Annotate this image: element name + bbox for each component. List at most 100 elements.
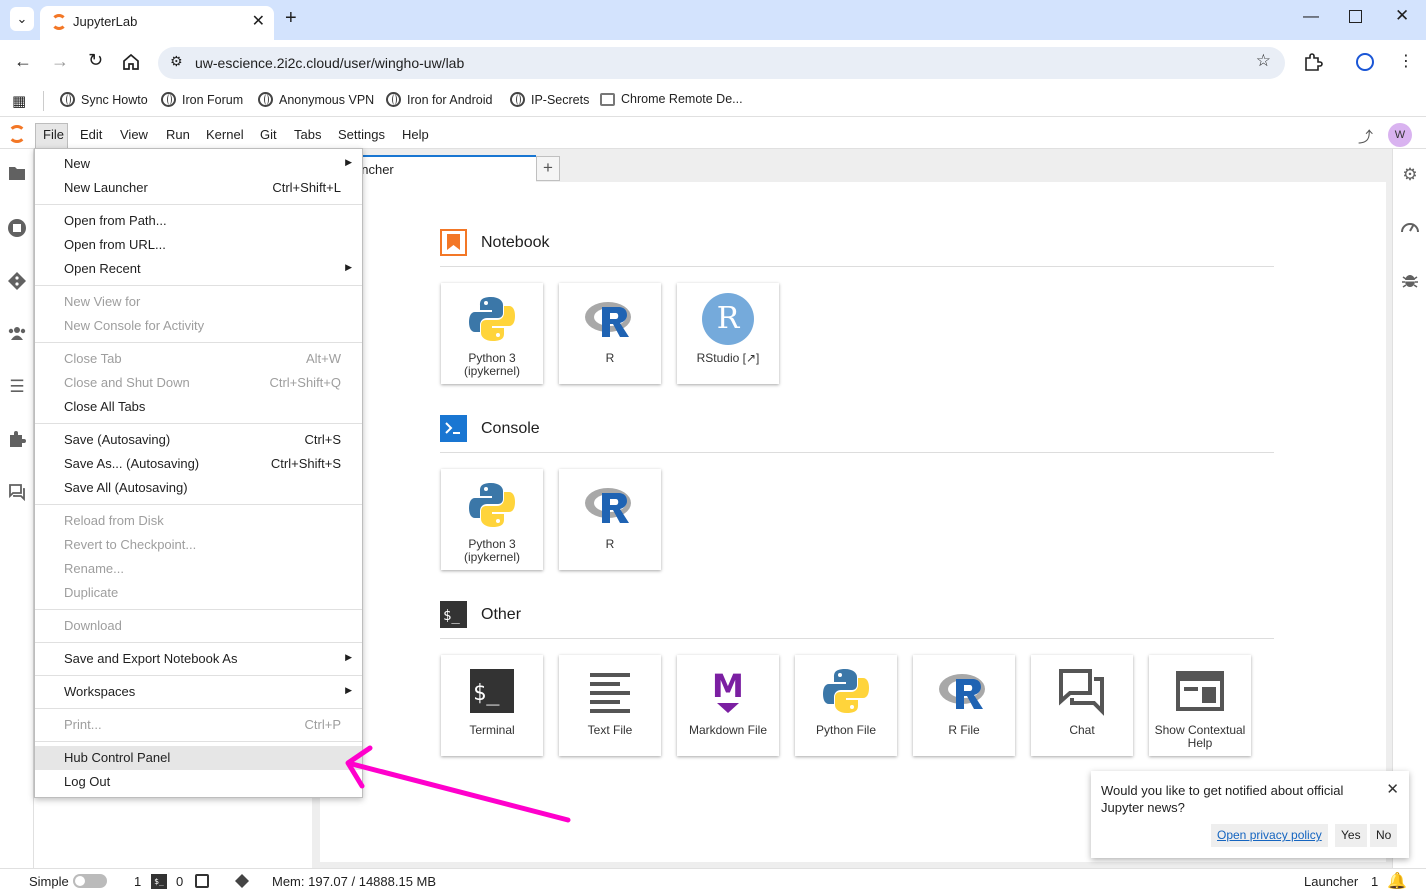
menu-item-new[interactable]: New ▶ bbox=[35, 152, 362, 176]
notification-message: Would you like to get notified about off… bbox=[1101, 783, 1344, 815]
menu-item-label: Hub Control Panel bbox=[64, 750, 171, 765]
menu-item-download[interactable]: Download bbox=[35, 614, 362, 638]
bookmark-label: Sync Howto bbox=[81, 92, 148, 107]
status-bar: Simple 1 $_ 0 Mem: 197.07 / 14888.15 MB … bbox=[0, 868, 1426, 893]
menu-settings[interactable]: Settings bbox=[338, 127, 385, 142]
back-icon[interactable]: ← bbox=[14, 51, 32, 72]
terminal-count: 1 bbox=[134, 874, 142, 889]
notification-yes-button[interactable]: Yes bbox=[1335, 824, 1367, 847]
menu-item-open-recent[interactable]: Open Recent ▶ bbox=[35, 257, 362, 281]
menu-run[interactable]: Run bbox=[166, 127, 190, 142]
window-close-button[interactable]: ✕ bbox=[1395, 6, 1409, 26]
markdown-file-card[interactable]: M Markdown File bbox=[677, 655, 779, 756]
notebook-r-card[interactable]: R bbox=[559, 283, 661, 384]
user-avatar[interactable]: W bbox=[1388, 123, 1412, 147]
menu-git[interactable]: Git bbox=[260, 127, 277, 142]
privacy-policy-link[interactable]: Open privacy policy bbox=[1211, 824, 1328, 847]
git-icon[interactable] bbox=[7, 271, 27, 291]
menu-edit[interactable]: Edit bbox=[80, 127, 102, 142]
menu-item-save-all[interactable]: Save All (Autosaving) bbox=[35, 476, 362, 500]
address-bar[interactable]: ⚙ uw-escience.2i2c.cloud/user/wingho-uw/… bbox=[158, 47, 1285, 79]
notification-bell-icon[interactable]: 🔔 bbox=[1387, 871, 1407, 891]
bookmark-anonymous-vpn[interactable]: Anonymous VPN bbox=[258, 92, 374, 107]
new-tab-button[interactable]: + bbox=[285, 7, 297, 30]
menu-kernel[interactable]: Kernel bbox=[206, 127, 244, 142]
chat-card[interactable]: Chat bbox=[1031, 655, 1133, 756]
extensions-icon[interactable] bbox=[1303, 52, 1323, 75]
git-status-icon[interactable] bbox=[234, 873, 250, 892]
menu-item-close-shut-down[interactable]: Close and Shut Down Ctrl+Shift+Q bbox=[35, 371, 362, 395]
console-r-card[interactable]: R bbox=[559, 469, 661, 570]
menu-item-log-out[interactable]: Log Out bbox=[35, 770, 362, 794]
home-icon[interactable] bbox=[122, 53, 140, 74]
browser-tab-title: JupyterLab bbox=[73, 14, 138, 29]
bookmark-ip-secrets[interactable]: IP-Secrets bbox=[510, 92, 589, 107]
folder-icon[interactable] bbox=[7, 165, 27, 185]
property-inspector-gears-icon[interactable]: ⚙ bbox=[1400, 165, 1420, 185]
menu-help[interactable]: Help bbox=[402, 127, 429, 142]
menu-item-close-all-tabs[interactable]: Close All Tabs bbox=[35, 395, 362, 419]
table-of-contents-icon[interactable]: ☰ bbox=[7, 377, 27, 397]
menu-item-save-as[interactable]: Save As... (Autosaving) Ctrl+Shift+S bbox=[35, 452, 362, 476]
menu-tabs[interactable]: Tabs bbox=[294, 127, 321, 142]
menu-item-label: New Console for Activity bbox=[64, 318, 205, 333]
bookmark-star-icon[interactable]: ☆ bbox=[1256, 51, 1271, 71]
menu-item-new-console-activity[interactable]: New Console for Activity bbox=[35, 314, 362, 338]
notebook-rstudio-card[interactable]: R RStudio [↗] bbox=[677, 283, 779, 384]
bookmark-chrome-remote[interactable]: Chrome Remote De... bbox=[600, 92, 743, 106]
extensions-puzzle-icon[interactable] bbox=[7, 430, 27, 450]
python-file-card[interactable]: Python File bbox=[795, 655, 897, 756]
maximize-button[interactable] bbox=[1349, 10, 1362, 23]
menu-item-rename[interactable]: Rename... bbox=[35, 557, 362, 581]
more-menu-icon[interactable]: ⋮ bbox=[1398, 51, 1414, 71]
collaborators-icon[interactable] bbox=[7, 325, 27, 345]
simple-mode-toggle[interactable] bbox=[73, 874, 107, 888]
notebook-python3-card[interactable]: Python 3 (ipykernel) bbox=[441, 283, 543, 384]
forward-icon[interactable]: → bbox=[51, 51, 69, 72]
menu-item-open-from-path[interactable]: Open from Path... bbox=[35, 209, 362, 233]
menu-view[interactable]: View bbox=[120, 127, 148, 142]
menu-item-save-export[interactable]: Save and Export Notebook As ▶ bbox=[35, 647, 362, 671]
apps-grid-icon[interactable]: ▦ bbox=[12, 92, 26, 110]
debugger-bug-icon[interactable] bbox=[1400, 271, 1420, 291]
file-menu-button-label[interactable]: File bbox=[43, 127, 64, 142]
share-icon[interactable]: ⤴ bbox=[1358, 126, 1373, 147]
bookmarks-bar: ▦ Sync Howto Iron Forum Anonymous VPN Ir… bbox=[0, 85, 1426, 117]
console-python3-card[interactable]: Python 3 (ipykernel) bbox=[441, 469, 543, 570]
menu-item-duplicate[interactable]: Duplicate bbox=[35, 581, 362, 605]
browser-tab[interactable]: JupyterLab ✕ bbox=[40, 6, 274, 40]
running-kernels-icon[interactable] bbox=[7, 218, 27, 238]
submenu-arrow-icon: ▶ bbox=[345, 652, 352, 662]
notification-close-icon[interactable]: ✕ bbox=[1386, 780, 1399, 798]
card-label: R bbox=[605, 351, 615, 365]
menu-item-hub-control-panel[interactable]: Hub Control Panel bbox=[35, 746, 362, 770]
notification-no-button[interactable]: No bbox=[1370, 824, 1398, 847]
menu-item-new-launcher[interactable]: New Launcher Ctrl+Shift+L bbox=[35, 176, 362, 200]
menu-item-print[interactable]: Print... Ctrl+P bbox=[35, 713, 362, 737]
menu-item-revert-checkpoint[interactable]: Revert to Checkpoint... bbox=[35, 533, 362, 557]
menu-item-save[interactable]: Save (Autosaving) Ctrl+S bbox=[35, 428, 362, 452]
gauge-icon[interactable] bbox=[1400, 218, 1420, 238]
menu-item-open-from-url[interactable]: Open from URL... bbox=[35, 233, 362, 257]
kernel-status-icon[interactable] bbox=[195, 874, 209, 888]
minimize-button[interactable]: — bbox=[1303, 8, 1319, 26]
menu-item-new-view[interactable]: New View for bbox=[35, 290, 362, 314]
tab-search-button[interactable]: ⌄ bbox=[10, 7, 34, 31]
bookmark-iron-for-android[interactable]: Iron for Android bbox=[386, 92, 492, 107]
bookmark-sync-howto[interactable]: Sync Howto bbox=[60, 92, 148, 107]
menu-item-close-tab[interactable]: Close Tab Alt+W bbox=[35, 347, 362, 371]
chat-sidebar-icon[interactable] bbox=[7, 483, 27, 503]
bookmark-iron-forum[interactable]: Iron Forum bbox=[161, 92, 243, 107]
contextual-help-card[interactable]: Show Contextual Help bbox=[1149, 655, 1251, 756]
menu-item-workspaces[interactable]: Workspaces ▶ bbox=[35, 680, 362, 704]
globe-icon bbox=[510, 92, 525, 107]
close-tab-icon[interactable]: ✕ bbox=[252, 11, 265, 31]
reload-icon[interactable]: ↻ bbox=[88, 50, 103, 71]
section-divider bbox=[440, 638, 1274, 639]
r-file-card[interactable]: R File bbox=[913, 655, 1015, 756]
terminal-status-icon[interactable]: $_ bbox=[151, 874, 167, 889]
add-tab-button[interactable]: + bbox=[536, 156, 560, 181]
menu-item-reload-from-disk[interactable]: Reload from Disk bbox=[35, 509, 362, 533]
profile-icon[interactable] bbox=[1356, 53, 1374, 71]
site-info-icon[interactable]: ⚙ bbox=[170, 53, 183, 70]
